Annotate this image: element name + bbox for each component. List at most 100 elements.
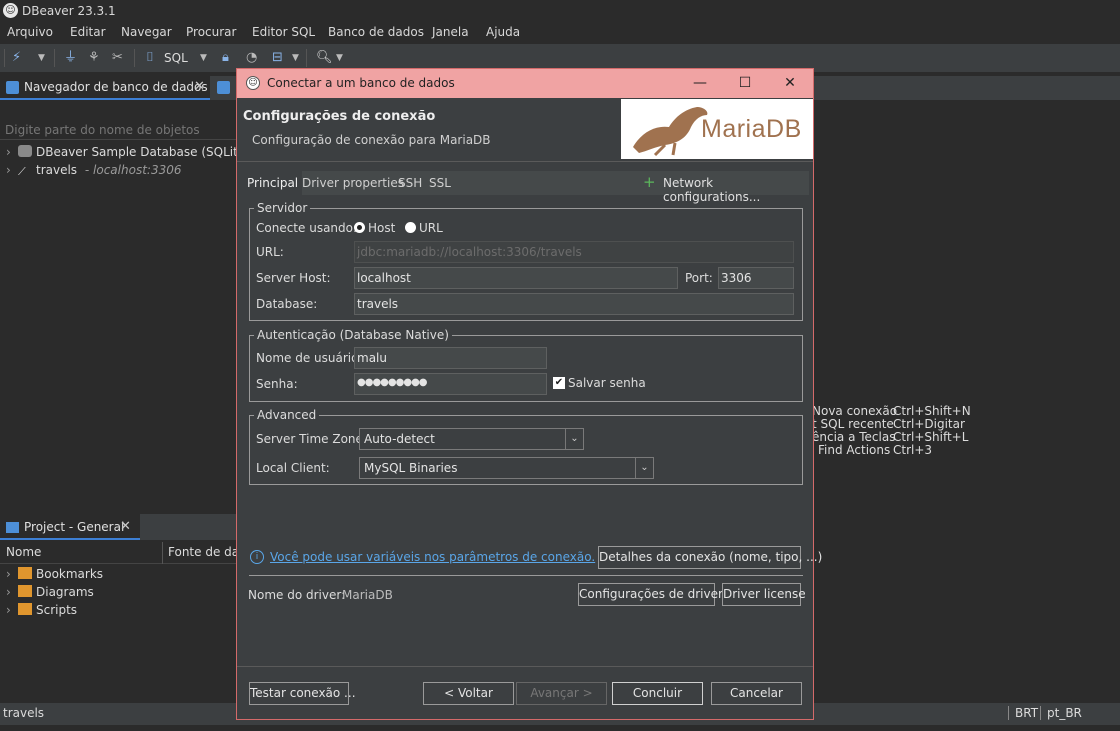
connection-tabs: Principal Driver properties SSH SSL + Ne… (243, 171, 809, 204)
chevron-down-icon[interactable]: ▼ (38, 50, 45, 66)
radio-icon[interactable] (405, 222, 416, 233)
menu-procurar[interactable]: Procurar (186, 25, 236, 39)
menu-ajuda[interactable]: Ajuda (486, 25, 520, 39)
test-connection-button[interactable]: Testar conexão ... (249, 682, 356, 705)
tab-principal[interactable]: Principal (243, 171, 303, 195)
header-subtitle: Configuração de conexão para MariaDB (252, 133, 491, 147)
info-icon: i (250, 550, 264, 564)
chevron-right-icon[interactable]: › (6, 603, 16, 617)
url-label: URL: (256, 245, 284, 259)
sqlite-icon (18, 145, 32, 157)
save-password-checkbox[interactable]: ✔ (553, 377, 565, 389)
divider (249, 575, 803, 576)
url-input[interactable]: jdbc:mariadb://localhost:3306/travels (354, 241, 794, 263)
shortcut-keys: Ctrl+Shift+N (893, 404, 971, 418)
sql-editor-icon[interactable]: ⌷ (146, 50, 154, 66)
editor-tab-icon[interactable] (217, 81, 230, 94)
finish-button[interactable]: Concluir (612, 682, 703, 705)
shortcut-label: Find Actions (818, 443, 891, 457)
radio-icon[interactable] (354, 222, 365, 233)
timezone-label: Server Time Zone: (256, 432, 367, 446)
tab-driver-properties[interactable]: Driver properties (302, 176, 404, 190)
menu-navegar[interactable]: Navegar (121, 25, 172, 39)
dashboard-icon[interactable]: ◔ (246, 50, 257, 66)
bookmarks-folder-icon (18, 567, 32, 579)
host-input[interactable]: localhost (354, 267, 678, 289)
navigator-filter-input[interactable]: Digite parte do nome de objetos (0, 120, 236, 140)
column-name[interactable]: Nome (6, 545, 41, 559)
column-source[interactable]: Fonte de dados (168, 545, 236, 559)
tree-item-sample-db[interactable]: › DBeaver Sample Database (SQLite) (6, 145, 250, 163)
next-button[interactable]: Avançar > (516, 682, 607, 705)
local-client-select[interactable]: MySQL Binaries ⌄ (359, 457, 654, 479)
cancel-button[interactable]: Cancelar (711, 682, 802, 705)
seal-icon (633, 107, 708, 157)
new-connection-icon[interactable]: ⚡ (12, 50, 21, 66)
dbeaver-icon: ☺ (246, 76, 260, 90)
menu-janela[interactable]: Janela (432, 25, 469, 39)
connection-details-button[interactable]: Detalhes da conexão (nome, tipo, ...) (598, 546, 822, 569)
status-connection: travels (3, 706, 45, 720)
chevron-down-icon[interactable]: ▼ (200, 50, 207, 66)
close-icon[interactable]: ✕ (779, 73, 801, 93)
radio-host[interactable]: Host (354, 221, 395, 235)
status-timezone: BRT (1008, 706, 1038, 720)
chevron-right-icon[interactable]: › (6, 567, 16, 581)
local-client-label: Local Client: (256, 461, 330, 475)
mariadb-seal-icon: ⟋ (18, 165, 26, 178)
save-password-label[interactable]: Salvar senha (568, 376, 646, 390)
chevron-down-icon[interactable]: ⌄ (565, 429, 583, 449)
filter-placeholder: Digite parte do nome de objetos (5, 123, 200, 137)
disconnect-icon[interactable]: ⚘ (88, 50, 100, 66)
plus-icon[interactable]: + (643, 173, 656, 191)
connect-icon[interactable]: ⏚ (64, 50, 77, 66)
project-item-bookmarks[interactable]: › Bookmarks (6, 567, 103, 585)
timezone-select[interactable]: Auto-detect ⌄ (359, 428, 584, 450)
connect-using-label: Conecte usando: (256, 221, 358, 235)
search-icon[interactable]: 🔍︎ (316, 50, 333, 66)
maximize-icon[interactable]: ☐ (734, 73, 756, 93)
menu-arquivo[interactable]: Arquivo (7, 25, 53, 39)
chevron-right-icon[interactable]: › (6, 585, 16, 599)
menu-banco-de-dados[interactable]: Banco de dados (328, 25, 424, 39)
shortcut-label: t SQL recente (812, 417, 894, 431)
project-item-scripts[interactable]: › Scripts (6, 603, 77, 621)
mariadb-logo: MariaDB (621, 99, 813, 159)
tab-ssh[interactable]: SSH (398, 176, 422, 190)
port-input[interactable]: 3306 (718, 267, 794, 289)
variables-link[interactable]: Você pode usar variáveis nos parâmetros … (270, 550, 595, 564)
tab-ssl[interactable]: SSL (429, 176, 451, 190)
footer-divider (237, 666, 813, 667)
minimize-icon[interactable]: — (689, 73, 711, 93)
driver-settings-button[interactable]: Configurações de driver (578, 583, 723, 606)
chevron-right-icon[interactable]: › (6, 145, 16, 159)
database-label: Database: (256, 297, 318, 311)
tree-item-travels[interactable]: › ⟋ travels - localhost:3306 (6, 163, 181, 181)
sql-button-label[interactable]: SQL (164, 50, 188, 66)
driver-license-button[interactable]: Driver license (722, 583, 806, 606)
chevron-right-icon[interactable]: › (6, 163, 16, 177)
close-icon[interactable]: ✕ (194, 79, 205, 94)
shortcut-label: ência a Teclas (812, 430, 896, 444)
back-button[interactable]: < Voltar (423, 682, 514, 705)
transaction-icon[interactable]: ⊟ (272, 50, 283, 66)
chevron-down-icon[interactable]: ⌄ (635, 458, 653, 478)
close-icon[interactable]: ✕ (120, 519, 131, 534)
navigator-tab[interactable]: Navegador de banco de dados ✕ (0, 76, 210, 100)
chevron-down-icon[interactable]: ▼ (292, 50, 299, 66)
project-tab[interactable]: Project - General ✕ (0, 514, 140, 540)
menu-editor-sql[interactable]: Editor SQL (252, 25, 315, 39)
shortcut-label: Nova conexão (812, 404, 898, 418)
status-locale: pt_BR (1040, 706, 1082, 720)
radio-url[interactable]: URL (405, 221, 443, 235)
username-input[interactable]: malu (354, 347, 547, 369)
database-input[interactable]: travels (354, 293, 794, 315)
menu-editar[interactable]: Editar (70, 25, 106, 39)
project-item-diagrams[interactable]: › Diagrams (6, 585, 94, 603)
password-input[interactable]: ●●●●●●●●● (354, 373, 547, 395)
lock-icon[interactable]: 🔒︎ (222, 50, 229, 66)
chevron-down-icon[interactable]: ▼ (336, 50, 343, 66)
dbeaver-icon: ☺ (3, 3, 18, 18)
network-configurations-link[interactable]: Network configurations... (663, 176, 809, 204)
invalidate-icon[interactable]: ✂ (112, 50, 123, 66)
